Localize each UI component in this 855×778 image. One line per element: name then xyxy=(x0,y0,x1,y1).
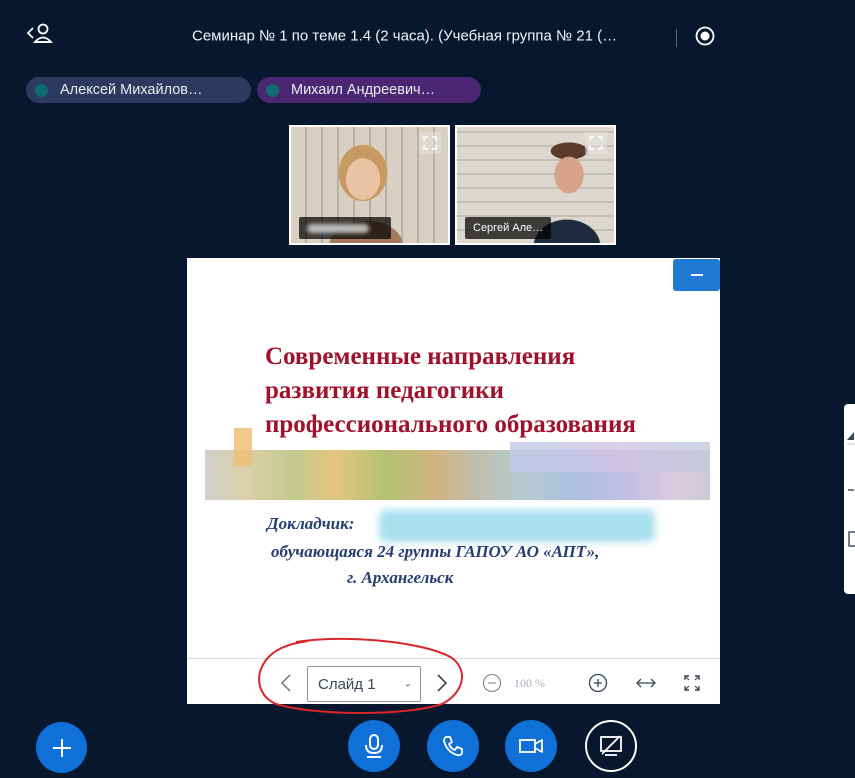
zoom-out-button[interactable] xyxy=(481,670,503,696)
slide-city-line: г. Архангельск xyxy=(347,568,454,587)
slide-title: Современные направления развития педагог… xyxy=(265,340,705,442)
record-icon xyxy=(695,26,715,46)
webcam-tile[interactable]: Сергей Але… xyxy=(455,125,616,245)
talker-status-dot xyxy=(266,83,279,97)
webcam-user-name: Сергей Але… xyxy=(465,217,552,239)
talker-status-dot xyxy=(35,83,48,97)
zoom-level: 100 % xyxy=(514,676,545,690)
screen-share-button[interactable] xyxy=(585,720,637,772)
phone-icon xyxy=(443,736,463,757)
expand-video-button[interactable] xyxy=(419,132,441,154)
talker-pill[interactable]: Михаил Андреевич… xyxy=(257,77,481,103)
top-bar: Семинар № 1 по теме 1.4 (2 часа). (Учебн… xyxy=(0,0,855,50)
slide-title-line: развития педагогики xyxy=(265,377,504,404)
zoom-in-icon xyxy=(588,673,608,693)
users-icon xyxy=(26,23,54,43)
fullscreen-icon xyxy=(684,675,700,691)
user-list-toggle-button[interactable] xyxy=(26,22,54,46)
expand-video-button[interactable] xyxy=(585,132,607,154)
meeting-title: Семинар № 1 по теме 1.4 (2 часа). (Учебн… xyxy=(192,27,618,45)
slide-reporter-label: Докладчик: xyxy=(267,514,355,533)
next-slide-button[interactable] xyxy=(431,670,453,696)
microphone-icon xyxy=(365,734,383,758)
expand-icon xyxy=(589,136,603,150)
talker-name: Алексей Михайлов… xyxy=(60,82,203,98)
actions-button[interactable] xyxy=(36,722,87,773)
webcam-user-name xyxy=(299,217,391,239)
zoom-in-button[interactable] xyxy=(587,670,609,696)
slide-title-line: профессионального образования xyxy=(265,411,636,438)
title-divider xyxy=(676,29,677,47)
minimize-icon xyxy=(690,274,703,276)
fit-width-icon xyxy=(636,678,656,688)
record-button[interactable] xyxy=(695,26,715,46)
zoom-out-icon xyxy=(482,673,502,693)
redacted-reporter-name xyxy=(379,510,655,542)
talking-indicator: Алексей Михайлов… Михаил Андреевич… xyxy=(26,77,481,103)
slide-selector[interactable]: Слайд 1 ⌄ xyxy=(307,666,421,702)
camera-button[interactable] xyxy=(505,720,557,772)
presentation-toolbar: Слайд 1 ⌄ 100 % xyxy=(187,658,720,704)
screen-share-off-icon xyxy=(600,735,622,756)
microphone-button[interactable] xyxy=(348,720,400,772)
camera-icon xyxy=(519,739,543,753)
whiteboard-tools-icons xyxy=(847,432,855,547)
slide-decorative-banner xyxy=(205,428,710,500)
fit-to-width-button[interactable] xyxy=(634,670,658,696)
talker-pill[interactable]: Алексей Михайлов… xyxy=(26,77,251,103)
slide-group-line: обучающаяся 24 группы ГАПОУ АО «АПТ», xyxy=(271,542,600,561)
minimize-presentation-button[interactable] xyxy=(673,259,720,291)
chevron-down-icon: ⌄ xyxy=(403,678,412,690)
previous-slide-button[interactable] xyxy=(275,670,297,696)
presentation-area: Современные направления развития педагог… xyxy=(187,258,720,704)
talker-name: Михаил Андреевич… xyxy=(291,82,436,98)
plus-icon xyxy=(52,738,71,757)
slide-selector-value: Слайд 1 xyxy=(318,675,376,693)
phone-audio-button[interactable] xyxy=(427,720,479,772)
redacted-name xyxy=(307,223,369,233)
expand-icon xyxy=(423,136,437,150)
presentation-slide: Современные направления развития педагог… xyxy=(187,258,720,658)
webcam-tile[interactable] xyxy=(289,125,450,245)
whiteboard-tools-panel[interactable] xyxy=(844,404,855,594)
fullscreen-button[interactable] xyxy=(681,670,703,696)
slide-title-line: Современные направления xyxy=(265,343,576,370)
chevron-right-icon xyxy=(437,674,448,692)
chevron-left-icon xyxy=(280,674,291,692)
